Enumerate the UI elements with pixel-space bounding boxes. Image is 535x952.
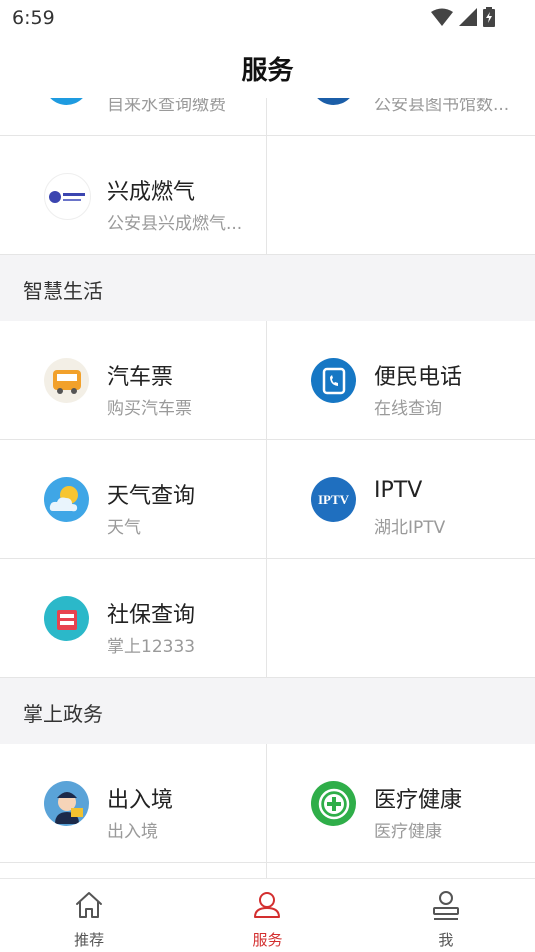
weather-icon bbox=[44, 477, 89, 522]
service-item-title: 汽车票 bbox=[107, 365, 174, 390]
battery-icon bbox=[483, 7, 495, 27]
home-icon bbox=[76, 892, 103, 918]
title-bar: 服务 bbox=[0, 38, 535, 98]
service-item-hidden[interactable] bbox=[0, 863, 267, 878]
section-title: 智慧生活 bbox=[23, 279, 103, 303]
service-row bbox=[0, 863, 535, 878]
status-icons bbox=[431, 7, 495, 27]
service-person-icon bbox=[254, 892, 281, 918]
service-item-title: 天气查询 bbox=[107, 484, 196, 509]
service-row: 兴成燃气 公安县兴成燃气... bbox=[0, 136, 535, 255]
nav-tab-service[interactable]: 服务 bbox=[178, 879, 356, 952]
service-row: 天气查询 天气 IPTV IPTV 湖北IPTV bbox=[0, 440, 535, 559]
service-item-subtitle: 出入境 bbox=[107, 822, 158, 842]
profile-icon bbox=[432, 891, 459, 920]
service-item-subtitle: 购买汽车票 bbox=[107, 399, 192, 419]
service-item-subtitle: 天气 bbox=[107, 518, 141, 538]
police-avatar-icon bbox=[44, 781, 89, 826]
service-item-iptv[interactable]: IPTV IPTV 湖北IPTV bbox=[267, 440, 534, 558]
nav-label: 我 bbox=[438, 931, 454, 949]
service-item-subtitle: 公安县图书馆数... bbox=[374, 98, 510, 115]
service-item-phone-directory[interactable]: 便民电话 在线查询 bbox=[267, 321, 534, 439]
nav-tab-recommend[interactable]: 推荐 bbox=[0, 879, 178, 952]
nav-label: 服务 bbox=[252, 931, 283, 949]
medical-cross-icon bbox=[311, 781, 356, 826]
service-item-subtitle: 自来水查询缴费 bbox=[107, 98, 226, 115]
service-item-medical-health[interactable]: 医疗健康 医疗健康 bbox=[267, 744, 534, 862]
service-row: 社保查询 掌上12333 bbox=[0, 559, 535, 678]
nav-label: 推荐 bbox=[74, 931, 105, 949]
service-item-gas[interactable]: 兴成燃气 公安县兴成燃气... bbox=[0, 136, 267, 254]
service-row: 汽车票 购买汽车票 便民电话 在线查询 bbox=[0, 321, 535, 440]
wifi-icon bbox=[431, 8, 453, 26]
service-item-title: 兴成燃气 bbox=[107, 180, 196, 205]
gas-company-logo-icon bbox=[44, 173, 91, 220]
service-item-subtitle: 湖北IPTV bbox=[374, 518, 446, 538]
service-item-title: IPTV bbox=[374, 478, 423, 503]
service-list[interactable]: 自来水查询缴费 公安县图书馆数... 兴成燃气 公安县兴成燃气... 智慧生活 … bbox=[0, 98, 535, 878]
section-header-smart-life: 智慧生活 bbox=[0, 255, 535, 321]
social-security-icon bbox=[44, 596, 89, 641]
service-row: 出入境 出入境 医疗健康 医疗健康 bbox=[0, 744, 535, 863]
service-item-title: 出入境 bbox=[107, 788, 174, 813]
library-icon bbox=[311, 98, 356, 105]
signal-icon bbox=[459, 8, 477, 26]
nav-tab-me[interactable]: 我 bbox=[357, 879, 535, 952]
service-item-entry-exit[interactable]: 出入境 出入境 bbox=[0, 744, 267, 862]
service-item-library[interactable]: 公安县图书馆数... bbox=[267, 98, 534, 135]
service-row: 自来水查询缴费 公安县图书馆数... bbox=[0, 98, 535, 136]
phone-book-icon bbox=[311, 358, 356, 403]
service-item-water[interactable]: 自来水查询缴费 bbox=[0, 98, 267, 135]
page-title: 服务 bbox=[241, 55, 294, 86]
bottom-nav: 推荐 服务 我 bbox=[0, 878, 535, 952]
service-item-title: 社保查询 bbox=[107, 603, 196, 628]
service-item-subtitle: 在线查询 bbox=[374, 399, 442, 419]
service-item-hidden[interactable] bbox=[267, 863, 534, 878]
service-item-subtitle: 医疗健康 bbox=[374, 822, 442, 842]
section-header-mobile-government: 掌上政务 bbox=[0, 678, 535, 744]
status-time: 6:59 bbox=[12, 7, 55, 29]
service-item-social-security[interactable]: 社保查询 掌上12333 bbox=[0, 559, 267, 677]
service-item-weather[interactable]: 天气查询 天气 bbox=[0, 440, 267, 558]
service-item-subtitle: 掌上12333 bbox=[107, 637, 196, 657]
section-title: 掌上政务 bbox=[23, 702, 103, 726]
empty-cell bbox=[267, 136, 534, 254]
water-icon bbox=[44, 98, 89, 105]
iptv-badge-text: IPTV bbox=[317, 491, 350, 507]
iptv-icon: IPTV bbox=[311, 477, 356, 522]
status-bar: 6:59 bbox=[0, 0, 535, 38]
service-item-subtitle: 公安县兴成燃气... bbox=[107, 214, 243, 234]
bus-icon bbox=[44, 358, 89, 403]
service-item-title: 医疗健康 bbox=[374, 788, 463, 813]
service-item-bus-ticket[interactable]: 汽车票 购买汽车票 bbox=[0, 321, 267, 439]
empty-cell bbox=[267, 559, 534, 677]
service-item-title: 便民电话 bbox=[374, 365, 463, 390]
